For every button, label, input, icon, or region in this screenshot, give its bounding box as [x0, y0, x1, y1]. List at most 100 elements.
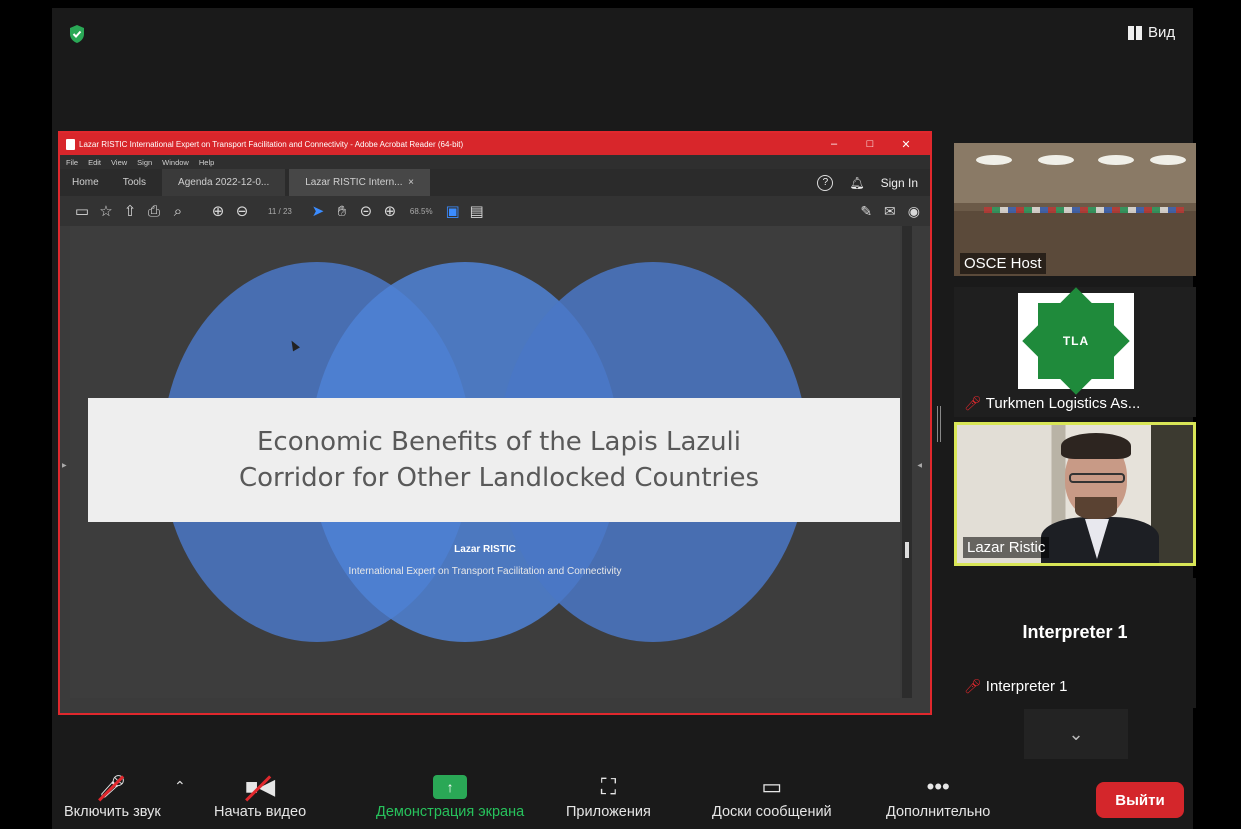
share-screen-icon-wrap: ↑: [433, 770, 468, 804]
acrobat-titlebar: Lazar RISTIC International Expert on Tra…: [60, 133, 930, 155]
menu-file: File: [66, 157, 79, 167]
prev-page-icon: ⊕: [211, 203, 225, 220]
document-scrollbar: [902, 226, 912, 698]
tab-lazar-ristic: Lazar RISTIC Intern... ×: [289, 169, 430, 196]
select-cursor-icon: ➤: [311, 203, 325, 220]
tla-logo-text: TLA: [1062, 334, 1090, 348]
slide-page: Economic Benefits of the Lapis Lazuli Co…: [70, 226, 900, 698]
audio-options-chevron-icon[interactable]: ⌃: [174, 778, 186, 795]
participant-name: OSCE Host: [960, 253, 1046, 274]
pen-icon: ✎: [860, 202, 873, 219]
help-icon: ?: [817, 174, 834, 191]
star-icon: ☆: [99, 203, 113, 220]
speaker-hair: [1061, 433, 1131, 459]
whiteboards-label: Доски сообщений: [712, 804, 832, 820]
muted-microphone-icon: 🎤︎: [98, 774, 127, 799]
acrobat-title: Lazar RISTIC International Expert on Tra…: [79, 139, 464, 149]
start-video-button[interactable]: ■◀ Начать видео: [214, 770, 306, 820]
acrobat-toolbar: ▭ ☆ ⇧ ⎙ ⌕ ⊕ ⊖ 11 / 23 ➤ ✋︎ ⊝ ⊕ 68.5% ▣ ▤…: [60, 196, 930, 226]
apps-label: Приложения: [566, 804, 651, 820]
tla-logo: TLA: [1018, 287, 1134, 395]
share-screen-button[interactable]: ↑ Демонстрация экрана: [376, 770, 524, 820]
more-label: Дополнительно: [886, 804, 991, 820]
left-letterbox: [0, 0, 52, 829]
participant-tile-turkmen-logistics[interactable]: TLA 🎤︎ Turkmen Logistics As...: [954, 287, 1196, 417]
mail-icon: ✉: [884, 202, 896, 219]
ceiling-light: [1098, 155, 1134, 165]
right-panel-arrow-icon: ◀: [917, 463, 922, 469]
unmute-label: Включить звук: [64, 804, 161, 820]
more-button[interactable]: ••• Дополнительно: [886, 770, 990, 820]
save-icon: ▭: [74, 203, 90, 220]
maximize-icon: □: [866, 137, 874, 150]
left-panel-arrow-icon: ▶: [62, 463, 67, 469]
ceiling-light: [1038, 155, 1074, 165]
share-screen-label: Демонстрация экрана: [376, 804, 525, 820]
participant-display-name: Interpreter 1: [1022, 622, 1128, 642]
meeting-toolbar: 🎤︎ Включить звук ⌃ ■◀ Начать видео ↑ Дем…: [52, 760, 1193, 829]
tab-lazar-ristic-label: Lazar RISTIC Intern...: [305, 177, 403, 188]
zoom-out-icon: ⊝: [359, 203, 373, 220]
tab-close-icon: ×: [408, 177, 414, 188]
share-user-icon: ◉: [907, 202, 920, 219]
pdf-file-icon: [66, 138, 75, 150]
speaker-beard: [1075, 497, 1117, 519]
slide-author: Lazar RISTIC: [454, 544, 516, 555]
zoom-level: 68.5%: [409, 206, 433, 216]
speaker-glasses: [1069, 473, 1125, 483]
view-label: Вид: [1148, 24, 1176, 41]
next-page-icon: ⊖: [235, 203, 249, 220]
muted-mic-icon: 🎤︎: [964, 395, 982, 411]
slide-title-line2: Corridor for Other Landlocked Countries: [238, 463, 760, 493]
sign-in-link: Sign In: [880, 175, 918, 190]
search-icon: ⌕: [173, 202, 183, 220]
participant-tile-osce-host[interactable]: OSCE Host: [954, 143, 1196, 276]
unmute-button[interactable]: 🎤︎ Включить звук: [64, 770, 161, 820]
upload-icon: ⇧: [123, 203, 137, 220]
chevron-down-icon: ⌄: [1068, 723, 1084, 744]
document-area: ▶ Economic Benefits of the Lapis Lazuli …: [60, 226, 930, 713]
panel-resize-handle[interactable]: [937, 406, 941, 442]
participant-name: Turkmen Logistics As...: [985, 395, 1141, 412]
comment-icon: ▤: [469, 203, 484, 220]
zoom-in-icon: ⊕: [383, 203, 397, 220]
view-button[interactable]: Вид: [1128, 24, 1175, 41]
start-video-label: Начать видео: [214, 804, 307, 820]
fit-page-icon: ▣: [445, 203, 460, 220]
minimize-icon: –: [830, 137, 838, 150]
print-icon: ⎙: [147, 202, 160, 220]
security-shield-icon[interactable]: [68, 24, 86, 44]
participant-label: 🎤︎ Turkmen Logistics As...: [960, 393, 1144, 414]
ceiling-light: [976, 155, 1012, 165]
menu-help: Help: [198, 157, 215, 167]
slide-title-banner: Economic Benefits of the Lapis Lazuli Co…: [88, 398, 900, 522]
participant-tile-interpreter[interactable]: Interpreter 1 🎤︎ Interpreter 1: [954, 578, 1196, 708]
page-indicator: 11 / 23: [268, 206, 292, 216]
right-letterbox: [1193, 0, 1241, 829]
hand-icon: ✋︎: [337, 202, 347, 220]
scrollbar-thumb: [905, 542, 909, 558]
tab-home: Home: [72, 177, 99, 188]
bell-icon: 🔔︎: [849, 175, 865, 190]
video-off-icon: ■◀: [244, 774, 276, 799]
acrobat-tabs: Home Tools Agenda 2022-12-0... Lazar RIS…: [60, 169, 930, 196]
conference-hall-ceiling: [954, 143, 1196, 203]
slide-author-title: International Expert on Transport Facili…: [348, 566, 622, 577]
apps-icon: ⛶: [600, 774, 617, 799]
whiteboards-button[interactable]: ▭ Доски сообщений: [712, 770, 832, 820]
apps-button[interactable]: ⛶ Приложения: [566, 770, 651, 820]
shared-screen-window: Lazar RISTIC International Expert on Tra…: [58, 131, 932, 715]
participant-label: 🎤︎ Interpreter 1: [960, 676, 1072, 697]
flags-row: [984, 207, 1184, 213]
acrobat-menubar: File Edit View Sign Window Help: [60, 155, 930, 169]
whiteboard-icon: ▭: [761, 774, 783, 799]
participant-tile-lazar-ristic[interactable]: Lazar Ristic: [954, 422, 1196, 566]
menu-sign: Sign: [137, 157, 153, 167]
slide-title-line1: Economic Benefits of the Lapis Lazuli: [256, 427, 742, 457]
scroll-participants-down-button[interactable]: ⌄: [1024, 709, 1128, 759]
more-dots-icon: •••: [926, 774, 950, 799]
ceiling-light: [1150, 155, 1186, 165]
participant-name: Lazar Ristic: [963, 537, 1050, 558]
tab-agenda: Agenda 2022-12-0...: [162, 169, 286, 196]
leave-meeting-button[interactable]: Выйти: [1096, 782, 1184, 818]
